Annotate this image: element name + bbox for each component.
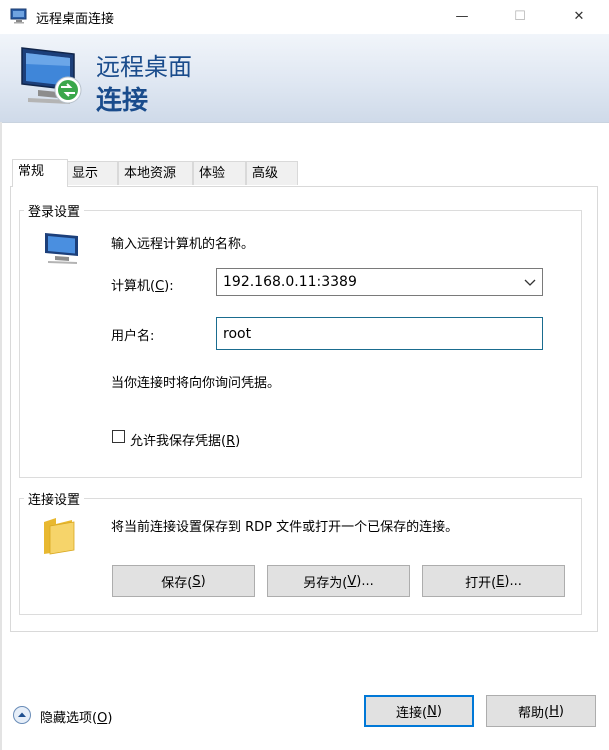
minimize-icon: — (455, 8, 469, 24)
credentials-note: 当你连接时将向你询问凭据。 (111, 376, 281, 391)
tab-display[interactable]: 显示 (66, 161, 118, 185)
username-label: 用户名: (111, 329, 155, 344)
connect-button[interactable]: 连接(N) (364, 695, 474, 727)
tab-general[interactable]: 常规 (12, 159, 68, 187)
folder-icon (44, 518, 75, 555)
connection-settings-label: 连接设置 (24, 489, 85, 508)
window-edge (0, 122, 2, 750)
save-credentials-checkbox[interactable] (112, 430, 125, 443)
close-button[interactable]: ✕ (556, 0, 602, 32)
tab-experience[interactable]: 体验 (193, 161, 246, 185)
username-input[interactable] (216, 317, 543, 350)
banner-title-line1: 远程桌面 (96, 53, 192, 81)
computer-label: 计算机(C): (111, 279, 174, 294)
save-as-button[interactable]: 另存为(V)... (267, 565, 410, 597)
login-settings-label: 登录设置 (24, 201, 85, 220)
minimize-button[interactable]: — (439, 0, 485, 32)
collapse-options-icon[interactable] (12, 705, 32, 725)
open-button[interactable]: 打开(E)... (422, 565, 565, 597)
chevron-down-icon (524, 279, 536, 286)
close-icon: ✕ (573, 8, 585, 24)
remote-desktop-monitor-icon (21, 47, 82, 104)
computer-value: 192.168.0.11:3389 (223, 274, 357, 290)
help-button[interactable]: 帮助(H) (486, 695, 596, 727)
save-credentials-label[interactable]: 允许我保存凭据(R) (130, 430, 240, 449)
window-title: 远程桌面连接 (36, 12, 115, 27)
save-button[interactable]: 保存(S) (112, 565, 255, 597)
connection-description: 将当前连接设置保存到 RDP 文件或打开一个已保存的连接。 (111, 520, 459, 535)
maximize-icon: ☐ (514, 8, 526, 24)
tab-local-resources[interactable]: 本地资源 (118, 161, 193, 185)
computer-instruction: 输入远程计算机的名称。 (111, 237, 255, 252)
header-banner (0, 34, 609, 123)
computer-combobox[interactable]: 192.168.0.11:3389 (216, 268, 543, 296)
computer-icon (45, 233, 78, 264)
banner-title-line2: 连接 (96, 86, 149, 116)
remote-desktop-app-icon (10, 8, 27, 24)
hide-options-link[interactable]: 隐藏选项(O) (40, 707, 112, 726)
title-bar[interactable]: 远程桌面连接 — ☐ ✕ (0, 0, 609, 34)
tab-advanced[interactable]: 高级 (246, 161, 298, 185)
maximize-button[interactable]: ☐ (497, 0, 543, 32)
